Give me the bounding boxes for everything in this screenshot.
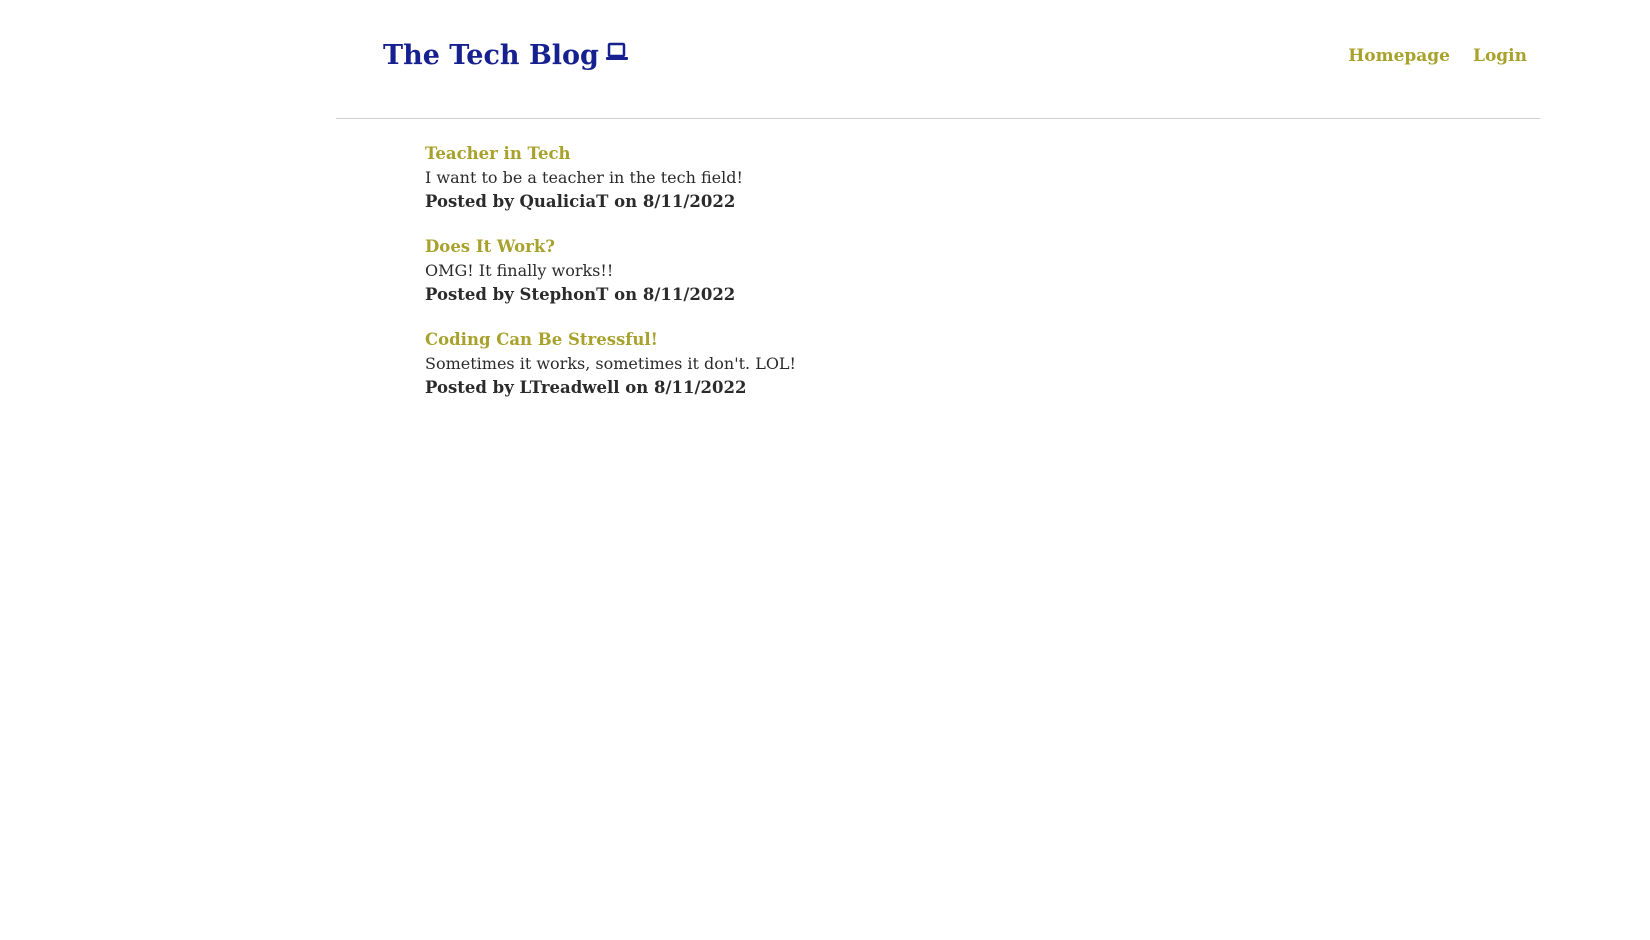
post-body: OMG! It finally works!! (425, 261, 614, 280)
page: The Tech Blog Homepage Login Teacher in … (0, 0, 1650, 940)
main-nav: Homepage Login (1348, 46, 1527, 66)
post-meta: Posted by LTreadwell on 8/11/2022 (425, 378, 747, 397)
post-list: Teacher in Tech I want to be a teacher i… (425, 142, 1325, 421)
post-item: Coding Can Be Stressful! Sometimes it wo… (425, 328, 1325, 400)
site-title[interactable]: The Tech Blog (383, 40, 599, 71)
post-item: Does It Work? OMG! It finally works!! Po… (425, 235, 1325, 307)
nav-link-homepage[interactable]: Homepage (1348, 46, 1450, 66)
post-body: I want to be a teacher in the tech field… (425, 168, 743, 187)
nav-link-login[interactable]: Login (1473, 46, 1527, 66)
post-meta: Posted by StephonT on 8/11/2022 (425, 285, 736, 304)
post-title-link[interactable]: Teacher in Tech (425, 142, 571, 166)
post-title-link[interactable]: Does It Work? (425, 235, 555, 259)
post-title-link[interactable]: Coding Can Be Stressful! (425, 328, 658, 352)
post-meta: Posted by QualiciaT on 8/11/2022 (425, 192, 736, 211)
post-body: Sometimes it works, sometimes it don't. … (425, 354, 796, 373)
laptop-icon (605, 41, 629, 63)
brand[interactable]: The Tech Blog (383, 40, 629, 71)
post-item: Teacher in Tech I want to be a teacher i… (425, 142, 1325, 214)
site-header: The Tech Blog Homepage Login (336, 0, 1540, 119)
